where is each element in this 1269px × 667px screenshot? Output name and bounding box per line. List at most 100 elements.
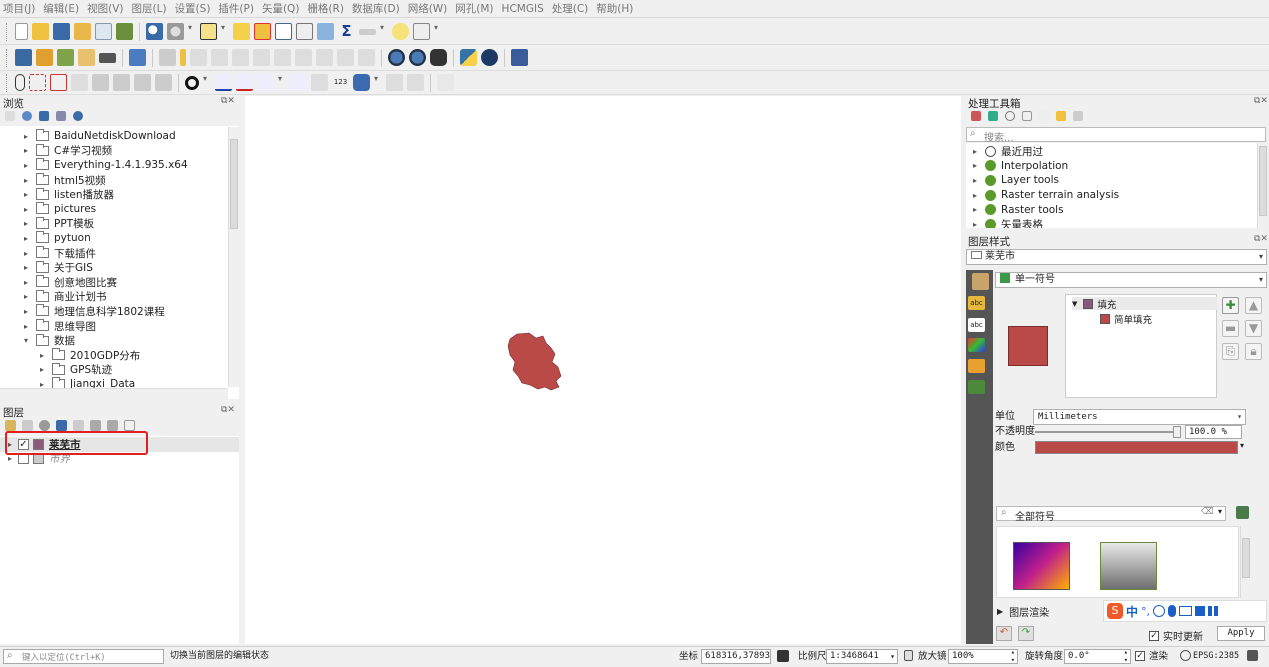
chevron-right-icon[interactable]: ▸ xyxy=(22,307,30,316)
redo-icon[interactable]: ↷ xyxy=(1018,626,1034,641)
trace-icon[interactable] xyxy=(257,74,274,91)
grid-menu-icon[interactable] xyxy=(1208,606,1219,616)
map-polygon-laiwu[interactable] xyxy=(507,332,562,391)
add-group-icon[interactable] xyxy=(22,420,33,431)
chevron-right-icon[interactable]: ▸ xyxy=(22,190,30,199)
emoji-icon[interactable] xyxy=(1153,605,1166,617)
browser-scrollbar[interactable] xyxy=(228,127,239,387)
statistics-sigma-icon[interactable]: Σ xyxy=(338,23,355,40)
new-project-icon[interactable] xyxy=(15,23,28,40)
toolbar-grip[interactable] xyxy=(6,48,9,67)
map-tips-icon[interactable] xyxy=(392,23,409,40)
live-update-checkbox[interactable]: ✓ 实时更新 xyxy=(1149,628,1203,643)
filter-legend-icon[interactable] xyxy=(56,420,67,431)
browser-item[interactable]: ▸ Everything-1.4.1.935.x64 xyxy=(0,158,188,173)
messages-icon[interactable] xyxy=(1247,650,1258,661)
wrench-icon[interactable] xyxy=(1073,111,1083,121)
chevron-right-icon[interactable]: ▸ xyxy=(22,278,30,287)
processing-scrollbar[interactable] xyxy=(1257,143,1268,229)
browser-item[interactable]: ▸ 思维导图 xyxy=(0,319,96,334)
shirt-icon[interactable] xyxy=(1195,606,1206,616)
select-by-value-icon[interactable] xyxy=(233,23,250,40)
expression-filter-icon[interactable] xyxy=(73,420,84,431)
brush-icon[interactable] xyxy=(972,273,989,290)
cursor-icon[interactable] xyxy=(437,74,454,91)
digitize-icon[interactable] xyxy=(78,49,95,66)
style-layer-icon[interactable] xyxy=(5,420,16,431)
undo-icon[interactable]: ↶ xyxy=(996,626,1012,641)
globe-icon[interactable] xyxy=(388,49,405,66)
rotation-field[interactable]: 0.0° ▴ ▾ xyxy=(1064,649,1131,664)
osm-icon[interactable] xyxy=(481,49,498,66)
node-tool-icon[interactable] xyxy=(71,74,88,91)
chevron-right-icon[interactable]: ▸ xyxy=(971,147,979,156)
scrollbar-thumb[interactable] xyxy=(230,139,238,229)
browser-hscrollbar[interactable] xyxy=(0,388,228,399)
style-manager-icon[interactable] xyxy=(116,23,133,40)
chevron-right-icon[interactable]: ▸ xyxy=(22,322,30,331)
menu-item[interactable]: 网络(W) xyxy=(408,1,448,16)
pencil-icon[interactable] xyxy=(180,49,186,66)
menu-item[interactable]: 图层(L) xyxy=(132,1,167,16)
float-panel-icon[interactable]: ⧉✕ xyxy=(1254,234,1268,244)
remove-symbol-layer-button[interactable]: ▬ xyxy=(1222,320,1239,337)
data-source-manager-icon[interactable] xyxy=(15,49,32,66)
vertex-tool-icon[interactable] xyxy=(211,49,228,66)
browser-item[interactable]: ▾ 数据 xyxy=(0,333,75,348)
menu-item[interactable]: 处理(C) xyxy=(552,1,589,16)
chevron-right-icon[interactable]: ▸ xyxy=(22,146,30,155)
menu-item[interactable]: 插件(P) xyxy=(218,1,254,16)
layer-combo[interactable]: 莱芜市 ▾ xyxy=(966,249,1267,265)
toggle-editing-icon[interactable] xyxy=(129,49,146,66)
offset-icon[interactable] xyxy=(290,74,307,91)
opacity-slider[interactable] xyxy=(1035,426,1181,438)
add-symbol-layer-button[interactable]: ✚ xyxy=(1222,297,1239,314)
help-icon[interactable] xyxy=(511,49,528,66)
symbol-tree-fill[interactable]: ▼ 填充 xyxy=(1072,297,1217,311)
processing-item[interactable]: ▸ Layer tools xyxy=(966,173,1059,188)
chevron-down-icon[interactable]: ▾ xyxy=(221,23,229,40)
menu-item[interactable]: 矢量(Q) xyxy=(262,1,299,16)
browser-item[interactable]: ▸ 关于GIS xyxy=(0,260,93,275)
calculator-icon[interactable] xyxy=(296,23,313,40)
chevron-right-icon[interactable]: ▸ xyxy=(22,234,30,243)
processing-item[interactable]: ▸ 最近用过 xyxy=(966,144,1043,159)
labels-icon[interactable]: abc xyxy=(968,296,985,310)
chevron-down-icon[interactable]: ▾ xyxy=(380,23,388,40)
pan-map-icon[interactable] xyxy=(353,74,370,91)
delete-feature-icon[interactable] xyxy=(253,49,270,66)
toolbar-grip[interactable] xyxy=(6,22,9,41)
chevron-right-icon[interactable]: ▸ xyxy=(22,292,30,301)
menu-item[interactable]: HCMGIS xyxy=(502,3,544,15)
mask-icon[interactable]: abc xyxy=(968,318,985,332)
scrollbar-thumb[interactable] xyxy=(1242,538,1250,578)
chevron-right-icon[interactable]: ▸ xyxy=(971,205,979,214)
symbol-gradient-purple[interactable] xyxy=(1013,542,1070,590)
collapse-all-icon[interactable] xyxy=(56,111,66,121)
unit-combo[interactable]: Millimeters ▾ xyxy=(1033,409,1246,425)
text-annotation-icon[interactable] xyxy=(413,23,430,40)
microphone-icon[interactable] xyxy=(1168,605,1177,617)
locator-input[interactable]: ⌕ 键入以定位(Ctrl+K) xyxy=(3,649,164,664)
chevron-right-icon[interactable]: ▸ xyxy=(38,351,46,360)
rotate-icon[interactable] xyxy=(155,74,172,91)
chevron-down-icon[interactable]: ▾ xyxy=(203,74,211,91)
cut-icon[interactable] xyxy=(274,49,291,66)
browser-item[interactable]: ▸ 创意地图比赛 xyxy=(0,275,117,290)
3d-view-icon[interactable] xyxy=(968,338,985,352)
browser-item[interactable]: ▸ pytuon xyxy=(0,231,91,246)
chevron-right-icon[interactable]: ▸ xyxy=(971,220,979,228)
menu-item[interactable]: 设置(S) xyxy=(175,1,211,16)
browser-item[interactable]: ▸ 商业计划书 xyxy=(0,289,107,305)
browser-item[interactable]: ▸ C#学习视频 xyxy=(0,143,112,159)
chevron-right-icon[interactable]: ▸ xyxy=(22,249,30,258)
processing-item[interactable]: ▸ Raster terrain analysis xyxy=(966,188,1119,203)
models-icon[interactable] xyxy=(971,111,981,121)
gallery-scrollbar[interactable] xyxy=(1240,526,1251,598)
chevron-right-icon[interactable]: ▸ xyxy=(22,132,30,141)
chevron-right-icon[interactable]: ▸ xyxy=(22,219,30,228)
chevron-right-icon[interactable]: ▸ xyxy=(22,263,30,272)
reshape-icon[interactable] xyxy=(92,74,109,91)
menu-item[interactable]: 网孔(M) xyxy=(455,1,493,16)
print-layout-icon[interactable] xyxy=(95,23,112,40)
